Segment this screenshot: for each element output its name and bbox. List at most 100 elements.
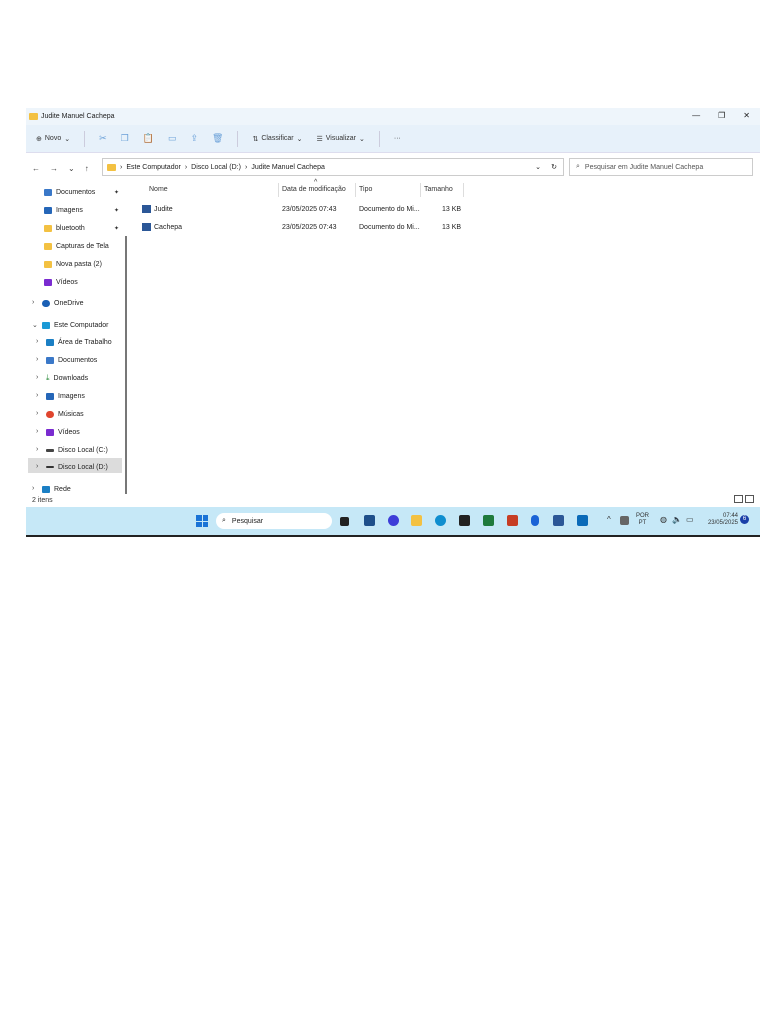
sidebar-item-videos-pc[interactable]: Vídeos bbox=[46, 425, 80, 439]
sidebar-item-documentos[interactable]: Documentos bbox=[44, 185, 95, 199]
task-view-icon[interactable] bbox=[340, 517, 349, 526]
chat-icon[interactable] bbox=[388, 515, 399, 526]
file-list: Nome Data de modificação ^ Tipo Tamanho … bbox=[136, 179, 760, 503]
expand-chevron[interactable]: › bbox=[36, 356, 38, 363]
notification-badge[interactable]: 6 bbox=[740, 515, 749, 524]
rename-icon[interactable]: ▭ bbox=[168, 133, 177, 144]
security-icon[interactable] bbox=[620, 516, 629, 525]
view-button[interactable]: ☰ Visualizar ⌄ bbox=[316, 135, 364, 143]
sidebar-scrollbar[interactable] bbox=[125, 236, 127, 494]
sidebar-item-downloads[interactable]: ⤓ Downloads bbox=[46, 371, 88, 385]
pin-icon: ✦ bbox=[114, 226, 120, 232]
excel-icon[interactable] bbox=[483, 515, 494, 526]
computer-icon bbox=[42, 321, 50, 329]
close-button[interactable]: ✕ bbox=[743, 111, 750, 120]
widgets-icon[interactable] bbox=[364, 515, 375, 526]
battery-icon[interactable]: ▭ bbox=[686, 516, 694, 524]
breadcrumb-this-pc[interactable]: Este Computador bbox=[126, 164, 180, 171]
volume-icon[interactable]: 🔈 bbox=[672, 516, 682, 524]
breadcrumb-folder[interactable]: Judite Manuel Cachepa bbox=[251, 164, 325, 171]
powerpoint-icon[interactable] bbox=[507, 515, 518, 526]
share-icon[interactable]: ⇪ bbox=[190, 133, 198, 144]
tiles-view-icon[interactable] bbox=[745, 495, 754, 503]
store-icon[interactable] bbox=[459, 515, 470, 526]
sidebar-item-capturas[interactable]: Capturas de Tela bbox=[44, 239, 109, 253]
expand-chevron[interactable]: › bbox=[36, 338, 38, 345]
sidebar-item-disk-c[interactable]: Disco Local (C:) bbox=[46, 443, 108, 457]
view-toggle[interactable] bbox=[734, 495, 754, 503]
windows-start-icon[interactable] bbox=[196, 515, 208, 527]
expand-chevron[interactable]: › bbox=[36, 410, 38, 417]
sort-arrow-icon: ^ bbox=[314, 179, 318, 186]
file-explorer-icon[interactable] bbox=[411, 515, 422, 526]
expand-chevron[interactable]: › bbox=[36, 428, 38, 435]
file-row[interactable]: Judite 23/05/2025 07:43 Documento do Mi.… bbox=[136, 203, 466, 217]
clock[interactable]: 07:44 23/05/2025 bbox=[700, 513, 738, 527]
refresh-button[interactable]: ↻ bbox=[551, 163, 557, 171]
file-row[interactable]: Cachepa 23/05/2025 07:43 Documento do Mi… bbox=[136, 221, 466, 235]
collapse-chevron[interactable]: ⌄ bbox=[32, 321, 38, 329]
taskbar-search[interactable]: ⌕ Pesquisar bbox=[216, 513, 332, 529]
sidebar-item-desktop[interactable]: Área de Trabalho bbox=[46, 335, 112, 349]
tray-overflow-button[interactable]: ^ bbox=[607, 516, 611, 524]
divider bbox=[420, 183, 421, 197]
copy-icon[interactable]: ❐ bbox=[121, 133, 129, 144]
expand-chevron[interactable]: › bbox=[36, 392, 38, 399]
address-dropdown[interactable]: ⌄ bbox=[535, 163, 541, 171]
title-bar: Judite Manuel Cachepa — ❐ ✕ bbox=[26, 108, 760, 125]
sidebar-item-nova-pasta[interactable]: Nova pasta (2) bbox=[44, 257, 102, 271]
column-type[interactable]: Tipo bbox=[359, 186, 372, 193]
sidebar-item-music[interactable]: Músicas bbox=[46, 407, 84, 421]
sidebar-item-disk-d[interactable]: Disco Local (D:) bbox=[46, 460, 108, 474]
expand-chevron[interactable]: › bbox=[36, 374, 38, 381]
folder-icon bbox=[29, 113, 38, 120]
recent-button[interactable]: ⌄ bbox=[68, 164, 75, 173]
column-name[interactable]: Nome bbox=[149, 186, 168, 193]
details-view-icon[interactable] bbox=[734, 495, 743, 503]
minimize-button[interactable]: — bbox=[692, 111, 700, 120]
sidebar-item-este-computador[interactable]: Este Computador bbox=[42, 318, 108, 332]
bluetooth-icon[interactable] bbox=[531, 515, 539, 526]
cut-icon[interactable]: ✂ bbox=[99, 133, 107, 144]
search-icon: ⌕ bbox=[576, 163, 580, 170]
divider bbox=[237, 130, 239, 147]
expand-chevron[interactable]: › bbox=[36, 463, 38, 470]
sidebar-item-videos[interactable]: Vídeos bbox=[44, 275, 78, 289]
search-input[interactable]: ⌕ Pesquisar em Judite Manuel Cachepa bbox=[569, 158, 753, 176]
paste-icon[interactable]: 📋 bbox=[143, 133, 154, 144]
view-icon: ☰ bbox=[316, 135, 323, 143]
sort-button[interactable]: ⇅ Classificar ⌄ bbox=[252, 135, 302, 143]
address-bar[interactable]: › Este Computador › Disco Local (D:) › J… bbox=[102, 158, 564, 176]
new-button[interactable]: ⊕ Novo ⌄ bbox=[36, 135, 70, 143]
expand-chevron[interactable]: › bbox=[32, 299, 34, 306]
sidebar-item-rede[interactable]: Rede bbox=[42, 482, 71, 496]
address-row: ← → ⌄ ↑ › Este Computador › Disco Local … bbox=[26, 155, 760, 181]
up-button[interactable]: ↑ bbox=[85, 164, 89, 173]
sidebar-item-bluetooth[interactable]: bluetooth bbox=[44, 221, 85, 235]
sidebar-item-pictures[interactable]: Imagens bbox=[46, 389, 85, 403]
breadcrumb-disk-d[interactable]: Disco Local (D:) bbox=[191, 164, 241, 171]
restore-button[interactable]: ❐ bbox=[718, 111, 725, 120]
more-button[interactable]: ··· bbox=[394, 135, 401, 142]
sidebar-item-documents[interactable]: Documentos bbox=[46, 353, 97, 367]
forward-button[interactable]: → bbox=[50, 164, 58, 173]
edge-icon[interactable] bbox=[435, 515, 446, 526]
expand-chevron[interactable]: › bbox=[36, 446, 38, 453]
status-item-count: 2 itens bbox=[32, 497, 53, 504]
sidebar-item-imagens[interactable]: Imagens bbox=[44, 203, 83, 217]
sidebar-item-onedrive[interactable]: OneDrive bbox=[42, 296, 84, 310]
delete-icon[interactable]: 🗑 bbox=[212, 133, 223, 144]
network-wifi-icon[interactable]: ◍ bbox=[660, 516, 667, 524]
word-icon[interactable] bbox=[553, 515, 564, 526]
language-indicator[interactable]: POR PT bbox=[636, 513, 649, 527]
cloud-icon bbox=[42, 299, 50, 307]
column-date[interactable]: Data de modificação bbox=[282, 186, 346, 193]
drive-icon bbox=[46, 448, 54, 452]
back-button[interactable]: ← bbox=[32, 164, 40, 173]
search-icon: ⌕ bbox=[222, 517, 226, 524]
column-size[interactable]: Tamanho bbox=[424, 186, 453, 193]
photos-icon[interactable] bbox=[577, 515, 588, 526]
music-icon bbox=[46, 410, 54, 418]
plus-icon: ⊕ bbox=[36, 135, 42, 143]
expand-chevron[interactable]: › bbox=[32, 485, 34, 492]
